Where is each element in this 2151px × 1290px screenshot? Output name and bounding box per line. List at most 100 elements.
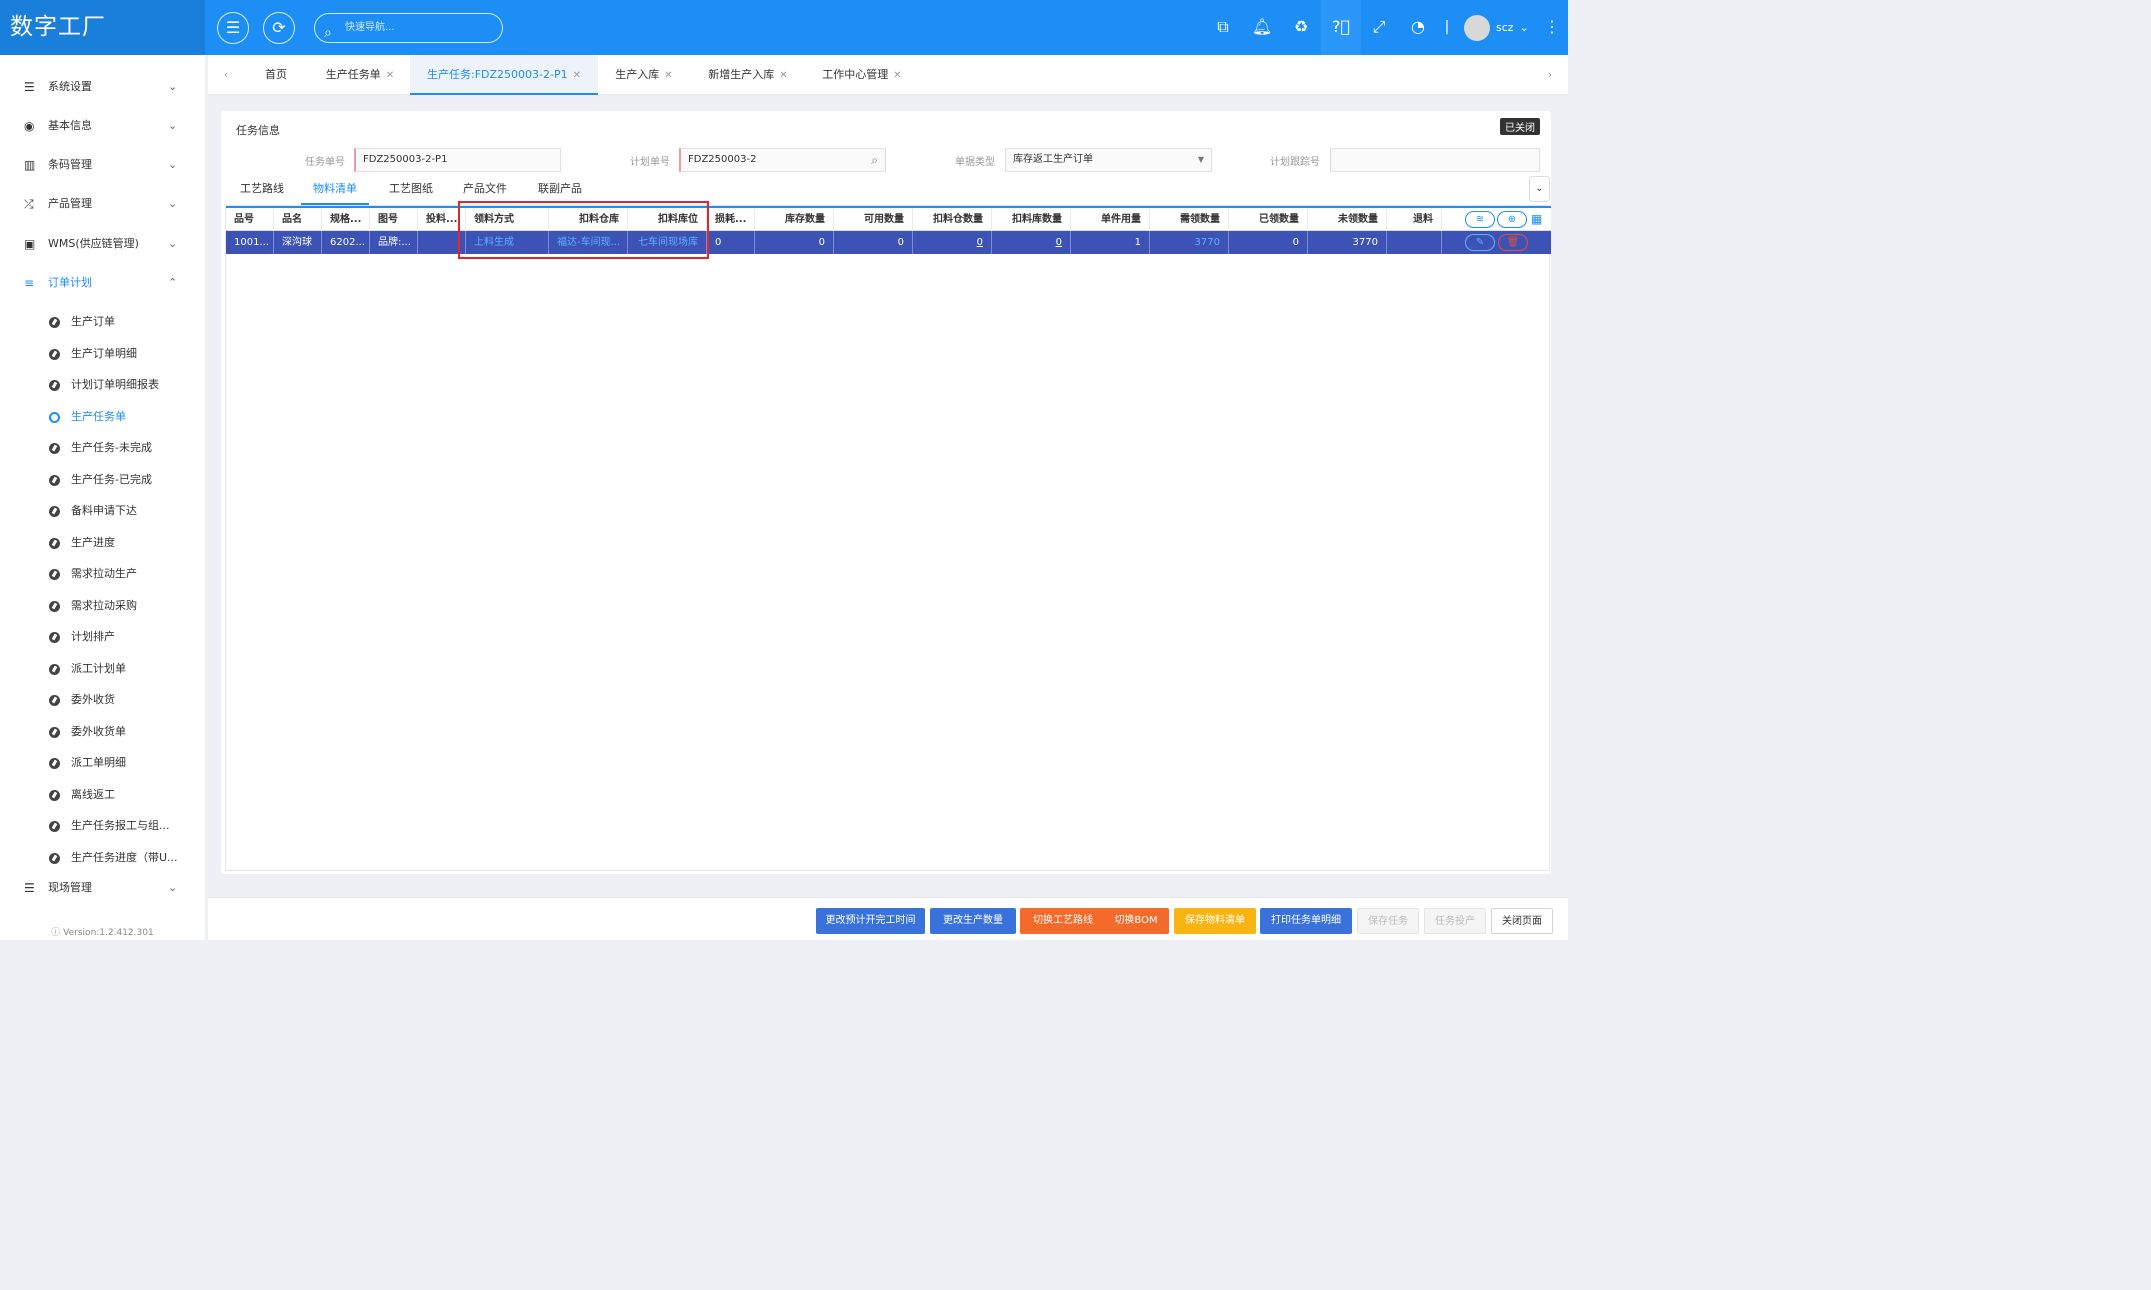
column-header[interactable]: 扣料仓数量 [913, 208, 992, 231]
table-cell-link[interactable]: 0 [992, 231, 1071, 254]
tab-production-storage[interactable]: 生产入库 ✕ [601, 55, 687, 95]
sidebar-sub-item[interactable]: 生产任务-未完成 [0, 435, 205, 461]
search-input[interactable]: ⌕ 快速导航... [314, 13, 503, 43]
close-icon[interactable]: ✕ [779, 70, 787, 81]
fullscreen-icon[interactable]: ⤢ [1368, 17, 1390, 37]
column-header[interactable]: 已领数量 [1229, 208, 1308, 231]
more-icon[interactable]: ⋮ [1541, 17, 1563, 37]
column-header[interactable]: 领料方式 [466, 208, 549, 231]
column-header[interactable]: 扣料库数量 [992, 208, 1071, 231]
task-production-button[interactable]: 任务投产 [1424, 908, 1486, 934]
change-quantity-button[interactable]: 更改生产数量 [930, 908, 1016, 934]
print-task-detail-button[interactable]: 打印任务单明细 [1260, 908, 1352, 934]
sidebar-menu-wms[interactable]: ▣ WMS(供应链管理) ⌄ [0, 229, 205, 259]
close-icon[interactable]: ✕ [893, 70, 901, 81]
column-header[interactable]: 投料... [418, 208, 466, 231]
column-header[interactable]: 扣料库位 [628, 208, 707, 231]
tab-production-task-list[interactable]: 生产任务单 ✕ [312, 55, 408, 95]
batch-button[interactable]: ≋ [1465, 211, 1495, 228]
sidebar-menu-product[interactable]: ⤮ 产品管理 ⌄ [0, 189, 205, 219]
table-cell-link[interactable]: 七车间现场库 [628, 231, 707, 254]
collapse-button[interactable]: ⌄ [1529, 176, 1550, 202]
tab-scroll-right[interactable]: › [1542, 55, 1558, 95]
subtab-material-list[interactable]: 物料清单 [301, 177, 369, 205]
sidebar-sub-item[interactable]: 委外收货 [0, 687, 205, 713]
table-header: 品号 品名 规格... 图号 投料... 领料方式 扣料仓库 扣料库位 损耗..… [226, 206, 1551, 231]
task-number-field[interactable]: FDZ250003-2-P1 [354, 148, 561, 172]
sidebar-sub-item[interactable]: 计划排产 [0, 624, 205, 650]
dashboard-icon[interactable]: ◔ [1407, 17, 1429, 37]
column-header[interactable]: 损耗... [707, 208, 755, 231]
sidebar-sub-item[interactable]: 生产任务-已完成 [0, 467, 205, 493]
menu-toggle-button[interactable]: ☰ [217, 12, 249, 44]
sidebar-menu-site[interactable]: ☰ 现场管理 ⌄ [0, 881, 205, 895]
table-cell-link[interactable]: 福达-车间现... [549, 231, 628, 254]
sidebar-sub-item[interactable]: 委外收货单 [0, 719, 205, 745]
switch-bom-button[interactable]: 切换BOM [1103, 908, 1169, 934]
sidebar-sub-item[interactable]: 需求拉动生产 [0, 561, 205, 587]
column-header[interactable]: 图号 [370, 208, 418, 231]
grid-settings-icon[interactable]: ▦ [1531, 212, 1542, 226]
column-header[interactable]: 库存数量 [755, 208, 834, 231]
tab-new-production-storage[interactable]: 新增生产入库 ✕ [692, 55, 804, 95]
refresh-button[interactable]: ⟳ [263, 12, 295, 44]
close-page-button[interactable]: 关闭页面 [1491, 908, 1553, 934]
column-header[interactable]: 扣料仓库 [549, 208, 628, 231]
close-icon[interactable]: ✕ [664, 70, 672, 81]
help-icon[interactable]: ?⃝ [1330, 17, 1352, 37]
save-material-list-button[interactable]: 保存物料清单 [1174, 908, 1256, 934]
switch-route-button[interactable]: 切换工艺路线 [1020, 908, 1106, 934]
column-header[interactable]: 品名 [274, 208, 322, 231]
delete-row-button[interactable]: 🗑︎ [1498, 234, 1528, 251]
subtab-process-route[interactable]: 工艺路线 [240, 177, 284, 205]
sidebar-sub-item[interactable]: 生产订单明细 [0, 341, 205, 367]
add-row-button[interactable]: ⊕ [1497, 211, 1527, 228]
bell-icon[interactable]: 🔔︎ [1251, 17, 1273, 37]
save-task-button[interactable]: 保存任务 [1357, 908, 1419, 934]
sidebar-menu-barcode[interactable]: ▥ 条码管理 ⌄ [0, 150, 205, 180]
table-cell-link[interactable]: 上料生成 [466, 231, 549, 254]
sidebar-sub-item[interactable]: 需求拉动采购 [0, 593, 205, 619]
column-header[interactable]: 单件用量 [1071, 208, 1150, 231]
table-row[interactable]: 1001... 深沟球 6202... 品牌:... 上料生成 福达-车间现..… [226, 231, 1551, 254]
column-header[interactable]: 未领数量 [1308, 208, 1387, 231]
column-header[interactable]: 规格... [322, 208, 370, 231]
tab-scroll-left[interactable]: ‹ [218, 55, 234, 95]
sidebar-sub-item[interactable]: 生产任务进度（带U... [0, 845, 205, 871]
subtab-byproduct[interactable]: 联副产品 [538, 177, 582, 205]
column-header[interactable]: 可用数量 [834, 208, 913, 231]
column-header[interactable]: 品号 [226, 208, 274, 231]
tab-work-center[interactable]: 工作中心管理 ✕ [806, 55, 918, 95]
sidebar-menu-system-settings[interactable]: ☰ 系统设置 ⌄ [0, 72, 205, 102]
search-icon[interactable]: ⌕ [871, 149, 878, 171]
sidebar-sub-item[interactable]: 计划订单明细报表 [0, 372, 205, 398]
plan-tracking-field[interactable] [1330, 148, 1540, 172]
edit-row-button[interactable]: ✎ [1465, 234, 1495, 251]
tab-production-task-detail[interactable]: 生产任务:FDZ250003-2-P1 ✕ [410, 55, 598, 95]
window-icon[interactable]: ⧉ [1212, 17, 1234, 37]
sidebar-sub-item[interactable]: 派工计划单 [0, 656, 205, 682]
table-cell-link[interactable]: 3770 [1150, 231, 1229, 254]
sidebar-sub-item[interactable]: 生产进度 [0, 530, 205, 556]
document-type-select[interactable]: 库存返工生产订单 ▼ [1005, 148, 1212, 172]
table-cell-link[interactable]: 0 [913, 231, 992, 254]
close-icon[interactable]: ✕ [573, 70, 581, 81]
sidebar-sub-item[interactable]: 备料申请下达 [0, 498, 205, 524]
sidebar-menu-order-plan[interactable]: ≡ 订单计划 ⌃ [0, 268, 205, 298]
sidebar-menu-basic-info[interactable]: ◉ 基本信息 ⌄ [0, 111, 205, 141]
sidebar-sub-item[interactable]: 生产订单 [0, 309, 205, 335]
tab-home[interactable]: 首页 [248, 55, 304, 95]
change-expected-time-button[interactable]: 更改预计开完工时间 [816, 908, 925, 934]
column-header[interactable]: 需领数量 [1150, 208, 1229, 231]
sidebar-sub-item-active[interactable]: 生产任务单 [0, 404, 205, 430]
column-header[interactable]: 退料 [1387, 208, 1442, 231]
user-menu[interactable]: scz ⌄ [1464, 15, 1529, 41]
recycle-icon[interactable]: ♻ [1290, 17, 1312, 37]
sidebar-sub-item[interactable]: 离线返工 [0, 782, 205, 808]
subtab-process-drawing[interactable]: 工艺图纸 [389, 177, 433, 205]
subtab-product-file[interactable]: 产品文件 [463, 177, 507, 205]
close-icon[interactable]: ✕ [386, 70, 394, 81]
plan-number-field[interactable]: FDZ250003-2 ⌕ [679, 148, 886, 172]
sidebar-sub-item[interactable]: 生产任务报工与组... [0, 813, 205, 839]
sidebar-sub-item[interactable]: 派工单明细 [0, 750, 205, 776]
